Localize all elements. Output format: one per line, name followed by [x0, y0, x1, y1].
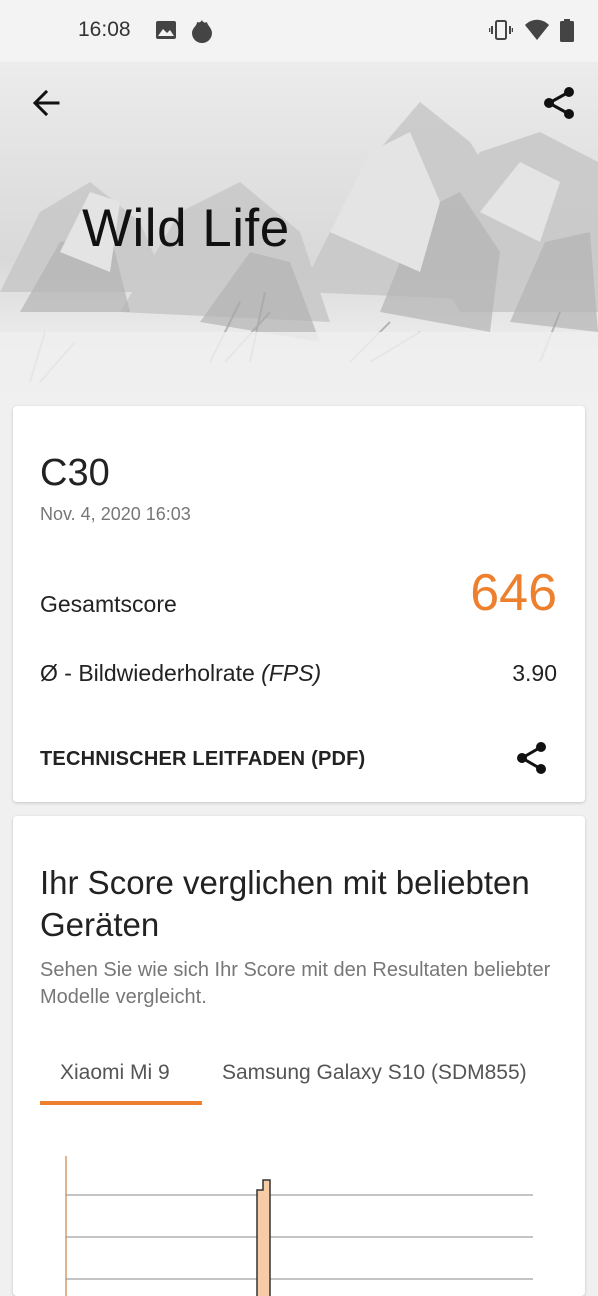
tab-samsung-galaxy-s10[interactable]: Samsung Galaxy S10 (SDM855): [222, 1061, 527, 1085]
comparison-card: Ihr Score verglichen mit beliebten Gerät…: [13, 816, 585, 1296]
overall-score-label: Gesamtscore: [40, 591, 177, 617]
share-icon[interactable]: [513, 739, 551, 777]
device-name: C30: [40, 452, 110, 494]
page-title: Wild Life: [82, 199, 290, 258]
hero-banner: Wild Life: [0, 62, 598, 392]
back-arrow-icon[interactable]: [28, 84, 66, 122]
wifi-icon: [525, 19, 549, 40]
comparison-chart: [65, 1156, 533, 1296]
result-card: C30 Nov. 4, 2020 16:03 Gesamtscore 646 Ø…: [13, 406, 585, 802]
battery-icon: [560, 19, 574, 42]
comparison-description: Sehen Sie wie sich Ihr Score mit den Res…: [40, 959, 551, 1008]
overall-score-value: 646: [470, 564, 557, 622]
chart-bar: [256, 1179, 271, 1296]
status-bar: 16:08: [0, 0, 598, 62]
technical-guide-link[interactable]: TECHNISCHER LEITFADEN (PDF): [40, 748, 365, 771]
image-icon: [156, 21, 176, 39]
fps-label-text: Ø - Bildwiederholrate: [40, 660, 262, 686]
comparison-title: Ihr Score verglichen mit beliebten Gerät…: [40, 864, 530, 943]
fps-unit: (FPS): [261, 660, 322, 686]
flame-icon: [192, 20, 212, 43]
tab-xiaomi-mi-9[interactable]: Xiaomi Mi 9: [60, 1061, 170, 1085]
selected-tab-indicator: [40, 1101, 202, 1105]
vibrate-icon: [489, 20, 513, 40]
share-icon[interactable]: [540, 84, 578, 122]
test-date: Nov. 4, 2020 16:03: [40, 504, 191, 524]
status-time: 16:08: [78, 18, 131, 41]
fps-value: 3.90: [512, 660, 557, 686]
fps-label: Ø - Bildwiederholrate (FPS): [40, 660, 321, 687]
